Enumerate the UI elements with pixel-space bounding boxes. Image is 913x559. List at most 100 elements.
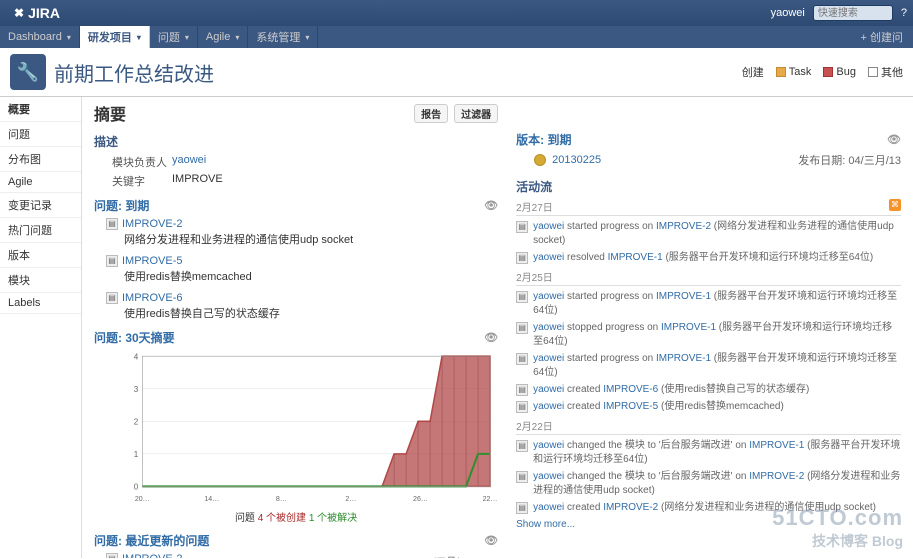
reports-button[interactable]: 报告 — [414, 104, 448, 123]
issue-link[interactable]: IMPROVE-2 — [122, 218, 183, 230]
activity-item: ▤yaowei stopped progress on IMPROVE-1 (服… — [516, 321, 901, 349]
activity-user[interactable]: yaowei — [533, 401, 564, 412]
activity-issue-link[interactable]: IMPROVE-2 — [656, 221, 711, 232]
menu-item-0[interactable]: Dashboard — [0, 26, 80, 48]
activity-user[interactable]: yaowei — [533, 471, 564, 482]
bug-icon — [823, 67, 833, 77]
svg-text:3: 3 — [134, 385, 139, 394]
sidebar-item-5[interactable]: 热门问题 — [0, 218, 81, 243]
svg-text:2…: 2… — [345, 495, 356, 503]
watch-icon[interactable]: 👁 — [887, 133, 901, 146]
other-icon — [868, 67, 878, 77]
activity-item: ▤yaowei created IMPROVE-6 (使用redis替换自己写的… — [516, 383, 901, 397]
activity-user[interactable]: yaowei — [533, 252, 564, 263]
watch-icon[interactable]: 👁 — [484, 534, 498, 547]
activity-issue-link[interactable]: IMPROVE-1 — [608, 252, 663, 263]
create-issue-button[interactable]: + 创建问 — [861, 26, 913, 48]
issue-icon: ▤ — [106, 292, 118, 304]
sidebar-item-7[interactable]: 模块 — [0, 268, 81, 293]
issue-icon: ▤ — [106, 218, 118, 230]
activity-issue-link[interactable]: IMPROVE-1 — [749, 440, 804, 451]
create-action[interactable]: 创建 — [742, 64, 764, 80]
issue-icon: ▤ — [516, 322, 528, 334]
sidebar-item-6[interactable]: 版本 — [0, 243, 81, 268]
summary-heading: 摘要 报告 过滤器 — [94, 101, 498, 125]
issue-icon: ▤ — [516, 401, 528, 413]
top-bar: JIRA yaowei ? — [0, 0, 913, 26]
svg-text:26…: 26… — [413, 495, 428, 503]
issue-icon: ▤ — [106, 255, 118, 267]
rss-icon[interactable]: ⌘ — [889, 199, 901, 211]
activity-user[interactable]: yaowei — [533, 502, 564, 513]
issue-link[interactable]: IMPROVE-2 — [122, 553, 183, 558]
issue-icon: ▤ — [516, 221, 528, 233]
key-value: IMPROVE — [172, 173, 223, 189]
project-title: 前期工作总结改进 — [54, 58, 214, 87]
task-action[interactable]: Task — [776, 64, 812, 80]
activity-issue-link[interactable]: IMPROVE-1 — [661, 322, 716, 333]
issue-icon: ▤ — [106, 553, 118, 558]
activity-issue-link[interactable]: IMPROVE-2 — [603, 502, 658, 513]
other-action[interactable]: 其他 — [868, 64, 903, 80]
menu-item-1[interactable]: 研发项目 — [80, 26, 150, 48]
activity-issue-link[interactable]: IMPROVE-1 — [656, 291, 711, 302]
activity-item: ▤yaowei created IMPROVE-2 (网络分发进程和业务进程的通… — [516, 501, 901, 515]
chart-legend: 问题 4 个被创建 1 个被解决 — [94, 509, 498, 524]
activity-item: ▤yaowei changed the 模块 to '后台服务端改进' on I… — [516, 470, 901, 498]
issue-summary: 网络分发进程和业务进程的通信使用udp socket — [106, 231, 498, 247]
activity-issue-link[interactable]: IMPROVE-6 — [603, 384, 658, 395]
sidebar-item-1[interactable]: 问题 — [0, 122, 81, 147]
issue-link[interactable]: IMPROVE-6 — [122, 292, 183, 304]
sidebar-item-2[interactable]: 分布图 — [0, 147, 81, 172]
bug-action[interactable]: Bug — [823, 64, 856, 80]
show-more-link[interactable]: Show more... — [516, 519, 575, 530]
jira-logo[interactable]: JIRA — [6, 5, 68, 21]
current-user[interactable]: yaowei — [771, 7, 805, 19]
activity-date: 2月22日 — [516, 418, 901, 435]
activity-issue-link[interactable]: IMPROVE-2 — [749, 471, 804, 482]
svg-text:20…: 20… — [135, 495, 150, 503]
issue-icon: ▤ — [516, 291, 528, 303]
activity-user[interactable]: yaowei — [533, 322, 564, 333]
watch-icon[interactable]: 👁 — [484, 331, 498, 344]
menu-item-2[interactable]: 问题 — [150, 26, 198, 48]
30day-chart: 0123420…14…8…2…26…22… — [114, 350, 498, 505]
activity-user[interactable]: yaowei — [533, 440, 564, 451]
project-avatar-icon: 🔧 — [10, 54, 46, 90]
due-issues-heading: 问题: 到期👁 — [94, 197, 498, 214]
activity-user[interactable]: yaowei — [533, 221, 564, 232]
activity-user[interactable]: yaowei — [533, 384, 564, 395]
version-link[interactable]: 20130225 — [552, 154, 601, 166]
issue-link[interactable]: IMPROVE-5 — [122, 255, 183, 267]
activity-item: ▤yaowei started progress on IMPROVE-2 (网… — [516, 220, 901, 248]
issue-summary: 使用redis替换memcached — [106, 268, 498, 284]
activity-item: ▤yaowei created IMPROVE-5 (使用redis替换memc… — [516, 400, 901, 414]
description-heading: 描述 — [94, 133, 498, 150]
activity-item: ▤yaowei started progress on IMPROVE-1 (服… — [516, 352, 901, 380]
quick-search-input[interactable] — [813, 5, 893, 21]
sidebar-item-3[interactable]: Agile — [0, 172, 81, 193]
sidebar-item-8[interactable]: Labels — [0, 293, 81, 314]
menu-item-3[interactable]: Agile — [198, 26, 248, 48]
activity-issue-link[interactable]: IMPROVE-5 — [603, 401, 658, 412]
activity-user[interactable]: yaowei — [533, 291, 564, 302]
help-icon[interactable]: ? — [901, 7, 907, 19]
issue-icon: ▤ — [516, 440, 528, 452]
activity-user[interactable]: yaowei — [533, 353, 564, 364]
activity-issue-link[interactable]: IMPROVE-1 — [656, 353, 711, 364]
issue-icon: ▤ — [516, 471, 528, 483]
svg-text:14…: 14… — [204, 495, 219, 503]
chart-heading: 问题: 30天摘要👁 — [94, 329, 498, 346]
menu-item-4[interactable]: 系统管理 — [248, 26, 318, 48]
issue-date: 27/二月/13 — [422, 553, 498, 558]
watch-icon[interactable]: 👁 — [484, 199, 498, 212]
release-date: 发布日期: 04/三月/13 — [798, 152, 901, 168]
sidebar-item-0[interactable]: 概要 — [0, 97, 81, 122]
lead-value[interactable]: yaowei — [172, 154, 206, 170]
task-icon — [776, 67, 786, 77]
filters-button[interactable]: 过滤器 — [454, 104, 498, 123]
sidebar-item-4[interactable]: 变更记录 — [0, 193, 81, 218]
legend-resolved: 1 个被解决 — [309, 513, 357, 524]
issue-icon: ▤ — [516, 384, 528, 396]
key-label: 关键字 — [112, 173, 172, 189]
